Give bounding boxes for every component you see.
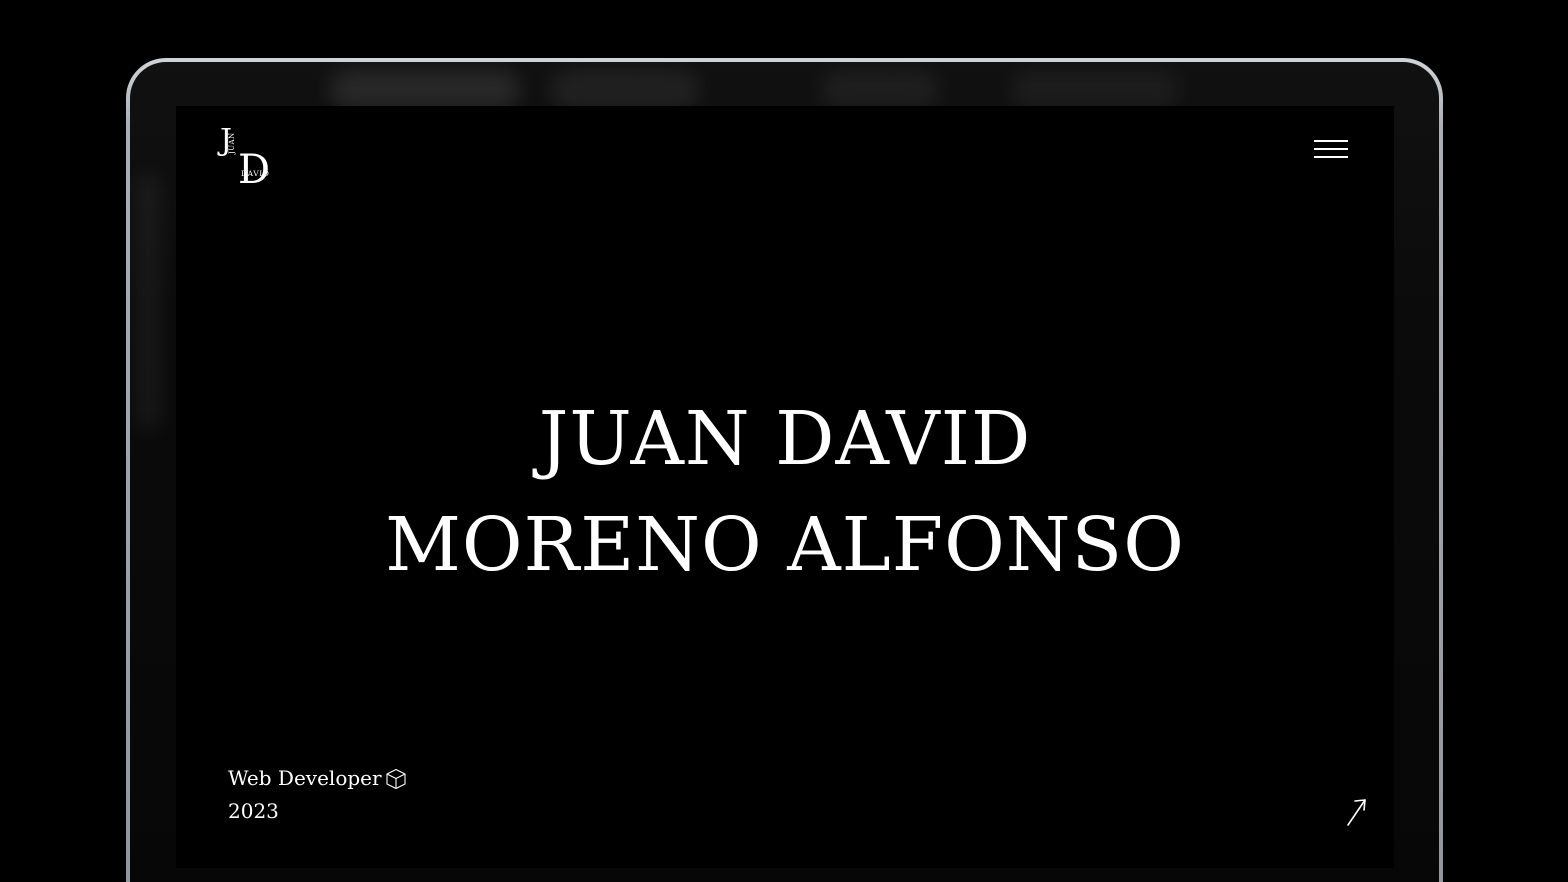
role-line: Web Developer [228,762,408,795]
logo-first-name: JUAN [228,132,236,154]
website-screen: J JUAN D DAVID JUAN DAVID MORENO ALFONSO [176,106,1394,868]
hero-title-line-2: MORENO ALFONSO [385,502,1185,588]
menu-bar [1314,140,1348,142]
bezel-reflection [1010,70,1180,110]
footer-info: Web Developer 2023 [228,762,408,828]
bezel-reflection [136,172,160,432]
hero-title: JUAN DAVID MORENO ALFONSO [176,386,1394,598]
menu-bar [1314,156,1348,158]
device-mockup-stage: J JUAN D DAVID JUAN DAVID MORENO ALFONSO [0,0,1568,882]
cube-icon [386,768,406,789]
hamburger-menu-icon[interactable] [1314,138,1348,162]
laptop-frame: J JUAN D DAVID JUAN DAVID MORENO ALFONSO [126,58,1443,882]
site-logo[interactable]: J JUAN D DAVID [220,126,280,196]
logo-second-name: DAVID [241,169,270,178]
bezel-reflection [330,70,520,110]
arrow-up-right-icon[interactable] [1344,796,1370,828]
role-text: Web Developer [228,766,382,790]
year-text: 2023 [228,799,279,823]
bezel-reflection [820,70,940,110]
menu-bar [1314,148,1348,150]
screen-bezel: J JUAN D DAVID JUAN DAVID MORENO ALFONSO [130,62,1439,882]
bezel-reflection [550,70,700,110]
hero-title-line-1: JUAN DAVID [538,396,1032,482]
